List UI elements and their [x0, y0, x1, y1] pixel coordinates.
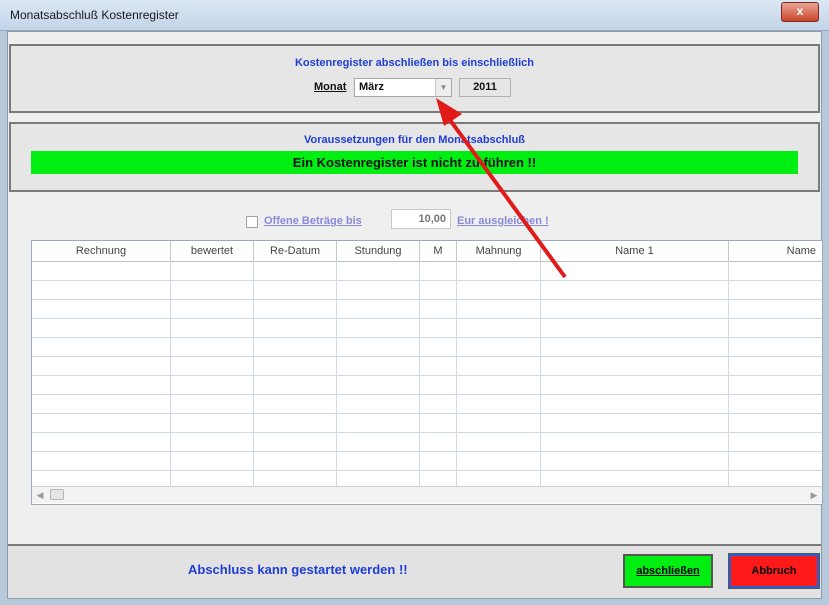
- status-message: Abschluss kann gestartet werden !!: [188, 562, 408, 577]
- amount-field[interactable]: 10,00: [391, 209, 451, 229]
- column-header[interactable]: M: [420, 241, 457, 261]
- prerequisites-heading: Voraussetzungen für den Monatsabschluß: [303, 134, 526, 146]
- table-row[interactable]: [32, 319, 822, 338]
- column-header[interactable]: bewertet: [171, 241, 254, 261]
- column-header[interactable]: Name 1: [541, 241, 729, 261]
- title-bar: Monatsabschluß Kostenregister x: [0, 0, 829, 31]
- month-label: Monat: [314, 81, 347, 93]
- table-row[interactable]: [32, 452, 822, 471]
- month-select[interactable]: März ▼: [354, 78, 452, 97]
- column-header[interactable]: Stundung: [337, 241, 420, 261]
- year-field[interactable]: 2011: [459, 78, 511, 97]
- prerequisite-status-bar: Ein Kostenregister ist nicht zu führen !…: [31, 151, 798, 174]
- dialog-client-area: Kostenregister abschließen bis einschlie…: [7, 31, 823, 599]
- table-row[interactable]: [32, 376, 822, 395]
- scrollbar-thumb[interactable]: [50, 489, 64, 500]
- period-heading: Kostenregister abschließen bis einschlie…: [294, 57, 535, 69]
- column-header[interactable]: Mahnung: [457, 241, 541, 261]
- table-row[interactable]: [32, 300, 822, 319]
- scroll-right-icon[interactable]: ▶: [806, 487, 822, 503]
- close-icon[interactable]: x: [797, 4, 804, 18]
- table-row[interactable]: [32, 395, 822, 414]
- scroll-left-icon[interactable]: ◀: [32, 487, 48, 503]
- table-row[interactable]: [32, 414, 822, 433]
- dialog-window: Monatsabschluß Kostenregister x Kostenre…: [0, 0, 829, 605]
- invoice-table[interactable]: Rechnung bewertet Re-Datum Stundung M Ma…: [31, 240, 823, 505]
- offene-betraege-label: Offene Beträge bis: [264, 215, 362, 227]
- column-header[interactable]: Rechnung: [32, 241, 171, 261]
- amount-suffix-text: Eur ausgleichen !: [457, 215, 549, 227]
- offene-betraege-checkbox[interactable]: [246, 216, 258, 228]
- column-header[interactable]: Name: [729, 241, 822, 261]
- amount-suffix-label: Eur ausgleichen !: [457, 215, 549, 227]
- table-row[interactable]: [32, 433, 822, 452]
- table-row[interactable]: [32, 262, 822, 281]
- prerequisites-panel: Voraussetzungen für den Monatsabschluß E…: [9, 122, 820, 192]
- horizontal-scrollbar[interactable]: ◀ ▶: [32, 486, 822, 503]
- month-value: März: [359, 81, 385, 93]
- abbruch-button[interactable]: Abbruch: [728, 553, 820, 589]
- window-title: Monatsabschluß Kostenregister: [10, 8, 179, 22]
- close-button[interactable]: x: [781, 2, 819, 22]
- table-row[interactable]: [32, 281, 822, 300]
- table-row[interactable]: [32, 357, 822, 376]
- footer-bar: Abschluss kann gestartet werden !! absch…: [8, 544, 821, 598]
- period-panel: Kostenregister abschließen bis einschlie…: [9, 44, 820, 113]
- chevron-down-icon[interactable]: ▼: [435, 79, 451, 96]
- table-header: Rechnung bewertet Re-Datum Stundung M Ma…: [32, 241, 822, 262]
- column-header[interactable]: Re-Datum: [254, 241, 337, 261]
- abschliessen-button[interactable]: abschließen: [623, 554, 713, 588]
- table-row[interactable]: [32, 338, 822, 357]
